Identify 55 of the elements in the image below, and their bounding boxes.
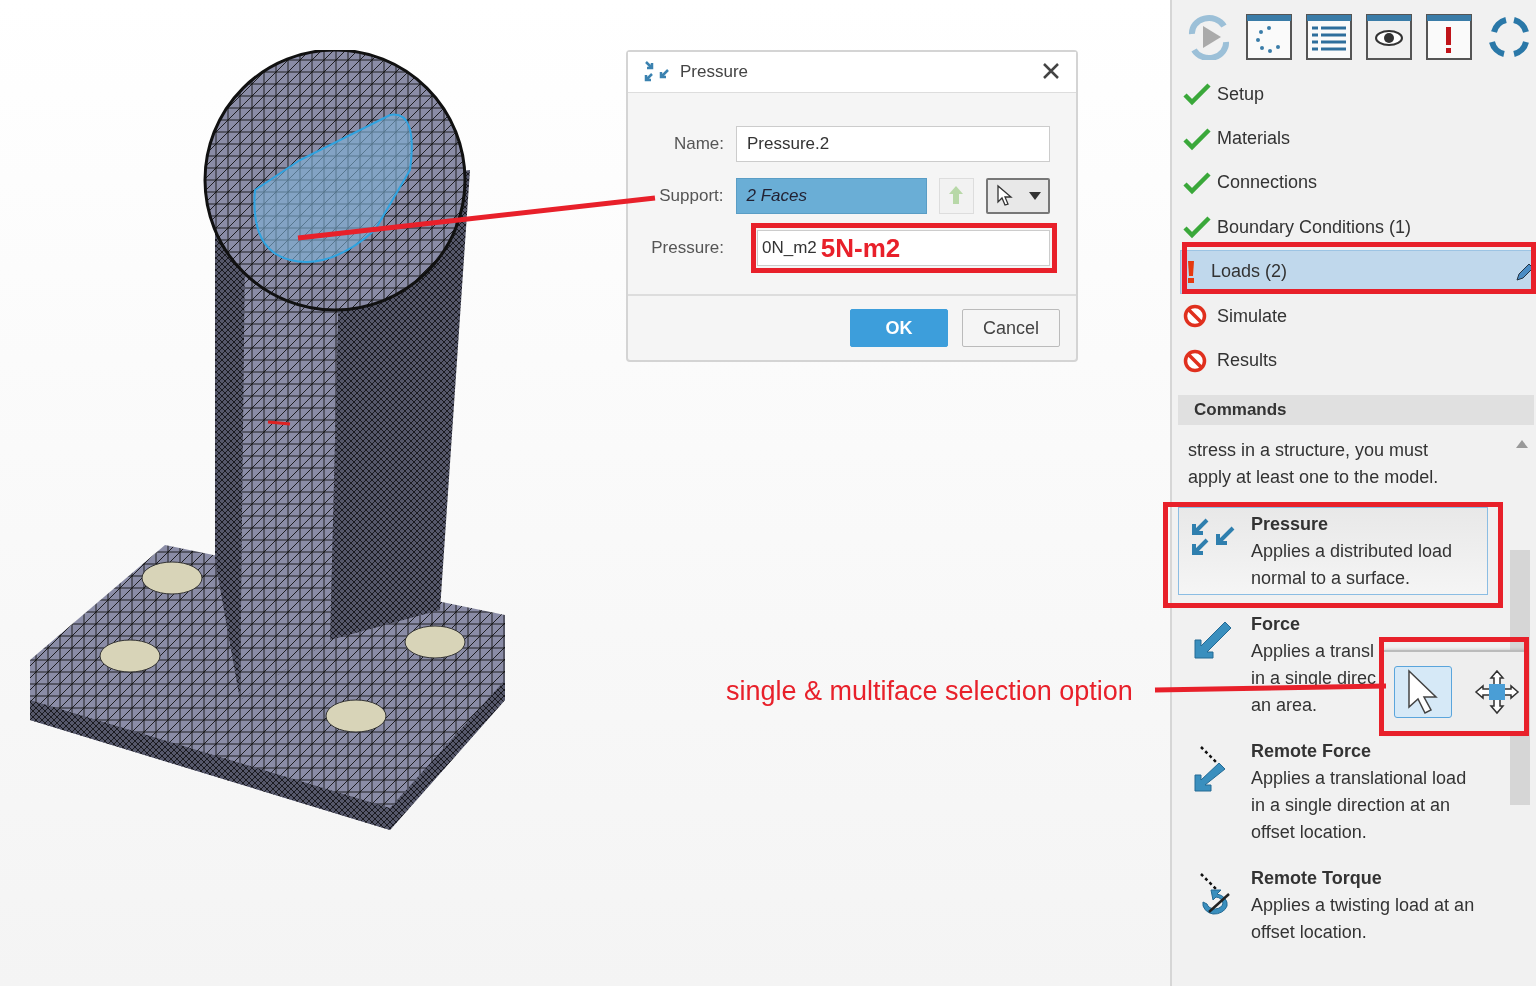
description-text: apply at least one to the model.: [1188, 465, 1439, 489]
description-text: stress in a structure, you must: [1188, 438, 1429, 462]
checkmark-icon: [1183, 215, 1211, 240]
command-item[interactable]: Remote Torque Applies a twisting load at an offset location.: [1178, 860, 1488, 949]
single-select-button[interactable]: [1394, 666, 1452, 718]
exclamation-icon: [1188, 260, 1194, 283]
support-selection-field[interactable]: 2 Faces: [735, 178, 927, 214]
checkmark-icon: [1183, 170, 1211, 195]
input-field[interactable]: 0N_m2 5N-m2: [757, 230, 1050, 266]
command-description: in a single direc: [1251, 667, 1377, 688]
cursor-icon: [995, 184, 1014, 208]
cursor-icon: [1406, 669, 1440, 715]
list-window-icon[interactable]: [1306, 14, 1352, 60]
command-description: Applies a transl: [1251, 640, 1376, 661]
eye-window-icon[interactable]: [1366, 14, 1412, 60]
dialog-title: Pressure: [680, 62, 750, 82]
command-description: normal to a surface.: [1251, 567, 1412, 588]
field-label: Name:: [672, 134, 724, 154]
field-label: Pressure:: [650, 238, 724, 258]
command-description: an area.: [1251, 694, 1319, 715]
section-header: Commands: [1178, 394, 1534, 425]
command-description: Applies a twisting load at an: [1251, 894, 1475, 915]
field-value: 0N_m2: [762, 238, 817, 258]
loading-window-icon[interactable]: [1246, 14, 1292, 60]
command-title: Force: [1251, 613, 1302, 634]
command-item[interactable]: Pressure Applies a distributed load normal to a surface.: [1178, 506, 1488, 595]
pressure-icon: [644, 60, 670, 84]
workflow-step[interactable]: Connections: [1180, 160, 1536, 206]
workflow-step[interactable]: Materials: [1180, 116, 1536, 161]
cancel-button[interactable]: Cancel: [962, 309, 1060, 347]
command-item[interactable]: Force Applies a transl in a single direc an area.: [1178, 606, 1488, 722]
command-description: offset location.: [1251, 921, 1368, 942]
annotation-text: single & multiface selection option: [726, 676, 1133, 707]
workflow-step[interactable]: Simulate: [1180, 293, 1536, 339]
input-field[interactable]: Pressure.2: [736, 126, 1050, 162]
command-title: Remote Torque: [1251, 867, 1383, 888]
warning-window-icon[interactable]: [1426, 14, 1472, 60]
checkmark-icon: [1183, 82, 1211, 107]
command-description: in a single direction at an: [1251, 794, 1452, 815]
command-description: offset location.: [1251, 821, 1368, 842]
annotation-text: 5N-m2: [820, 232, 901, 264]
selection-mode-dropdown[interactable]: [986, 178, 1050, 214]
command-description: Applies a distributed load: [1251, 540, 1453, 561]
workflow-step[interactable]: Boundary Conditions (1): [1180, 205, 1536, 250]
command-title: Pressure: [1251, 513, 1330, 534]
workflow-step[interactable]: Results: [1180, 338, 1536, 383]
close-icon: [1042, 62, 1060, 80]
workflow-step[interactable]: Setup: [1180, 72, 1536, 117]
command-description: Applies a translational load: [1251, 767, 1467, 788]
command-title: Remote Force: [1251, 740, 1373, 761]
field-label: Support:: [658, 186, 724, 206]
caret-icon: [1028, 192, 1041, 200]
checkmark-icon: [1183, 126, 1211, 151]
move-cursor-icon: [1474, 669, 1520, 715]
command-item[interactable]: Remote Force Applies a translational load in a single direction at an offset location.: [1178, 733, 1488, 849]
